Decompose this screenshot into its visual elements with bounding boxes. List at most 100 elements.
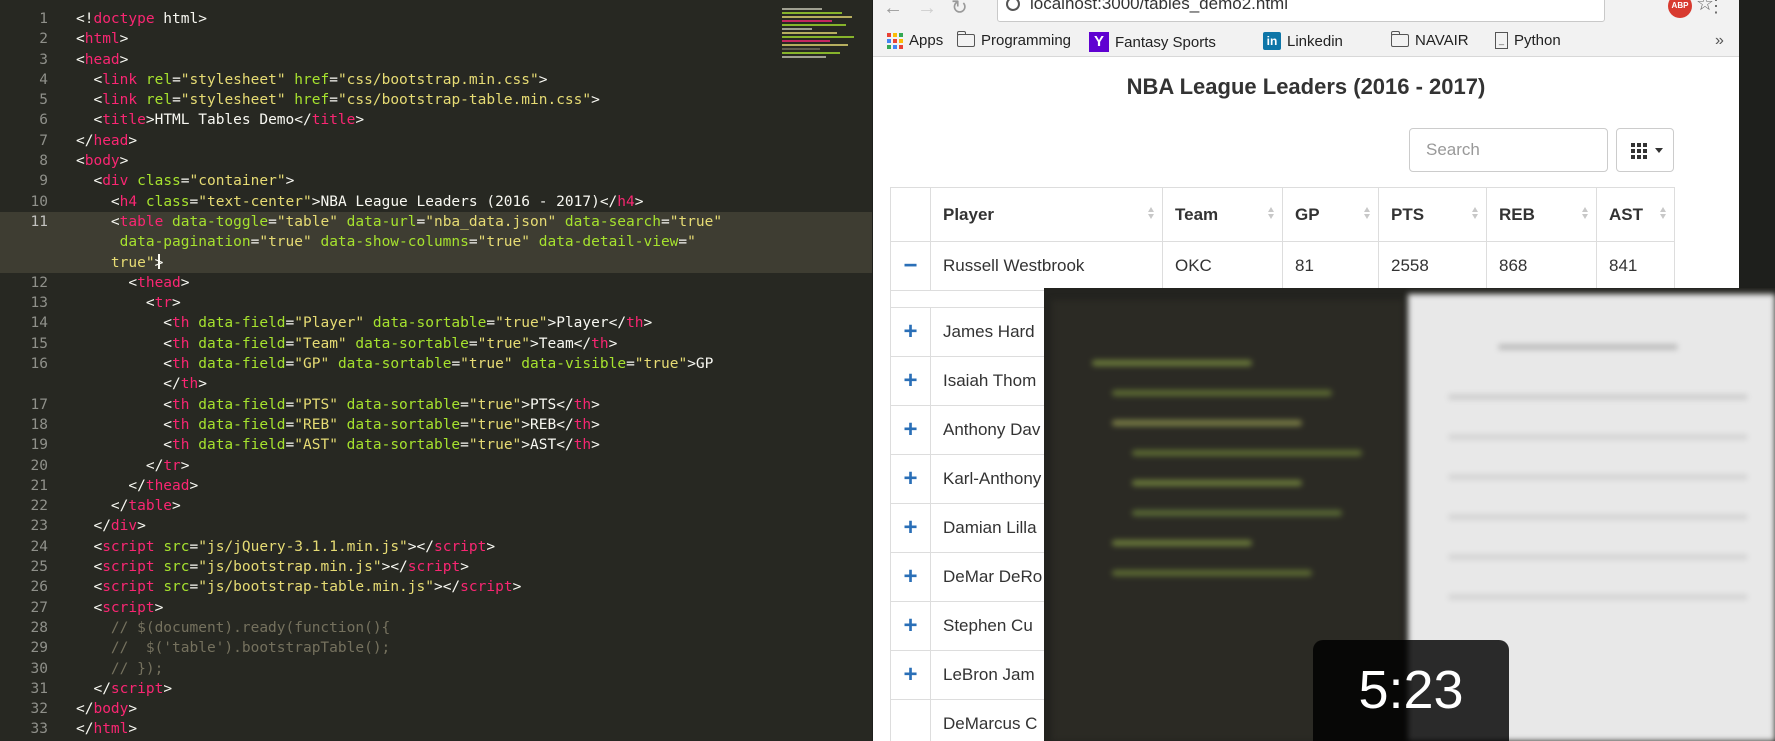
expand-detail-icon[interactable]: + [890, 356, 931, 406]
code-text[interactable]: // $(document).ready(function(){ [76, 618, 390, 638]
code-line[interactable]: 11 <table data-toggle="table" data-url="… [0, 211, 872, 233]
code-text[interactable]: <th data-field="Team" data-sortable="tru… [76, 334, 617, 354]
code-text[interactable]: <div class="container"> [76, 171, 294, 191]
bookmark-apps[interactable]: Apps [887, 32, 943, 49]
bookmark-linkedin[interactable]: in Linkedin [1263, 32, 1343, 50]
url-text[interactable]: localhost:3000/tables_demo2.html [1030, 0, 1288, 14]
collapse-detail-icon[interactable]: − [890, 241, 931, 291]
search-input[interactable] [1409, 128, 1608, 172]
code-line[interactable]: 15 <th data-field="Team" data-sortable="… [0, 334, 872, 354]
code-line[interactable]: 2 <html> [0, 29, 872, 49]
code-line[interactable]: 9 <div class="container"> [0, 171, 872, 191]
code-text[interactable]: <th data-field="AST" data-sortable="true… [76, 435, 600, 455]
code-text[interactable]: </body> [76, 699, 137, 719]
bookmark-python[interactable]: _ Python [1495, 32, 1561, 49]
code-text[interactable]: <tr> [76, 293, 181, 313]
expand-detail-icon[interactable]: + [890, 552, 931, 602]
code-text[interactable]: true"> [76, 253, 163, 273]
column-header-reb[interactable]: REB [1486, 187, 1597, 242]
code-line[interactable]: true"> [0, 252, 872, 273]
code-line[interactable]: 7 </head> [0, 131, 872, 151]
code-line[interactable]: data-pagination="true" data-show-columns… [0, 232, 872, 253]
expand-detail-icon[interactable]: + [890, 650, 931, 700]
code-line[interactable]: 21 </thead> [0, 476, 872, 496]
code-line[interactable]: 23 </div> [0, 516, 872, 536]
expand-detail-icon[interactable]: + [890, 307, 931, 357]
code-text[interactable]: </script> [76, 679, 172, 699]
code-text[interactable]: </table> [76, 496, 181, 516]
code-line[interactable]: 18 <th data-field="REB" data-sortable="t… [0, 415, 872, 435]
code-line[interactable]: 5 <link rel="stylesheet" href="css/boots… [0, 90, 872, 110]
code-text[interactable]: <!doctype html> [76, 9, 207, 29]
code-line[interactable]: 20 </tr> [0, 456, 872, 476]
code-text[interactable]: <th data-field="REB" data-sortable="true… [76, 415, 600, 435]
column-header-gp[interactable]: GP [1282, 187, 1379, 242]
code-line[interactable]: 13 <tr> [0, 293, 872, 313]
code-line[interactable]: 27 <script> [0, 598, 872, 618]
code-line[interactable]: 19 <th data-field="AST" data-sortable="t… [0, 435, 872, 455]
column-header-team[interactable]: Team [1162, 187, 1283, 242]
code-text[interactable]: </th> [76, 374, 207, 394]
code-line[interactable]: </th> [0, 374, 872, 394]
code-line[interactable]: 16 <th data-field="GP" data-sortable="tr… [0, 354, 872, 374]
column-header-pts[interactable]: PTS [1378, 187, 1487, 242]
code-line[interactable]: 25 <script src="js/bootstrap.min.js"></s… [0, 557, 872, 577]
forward-icon[interactable]: → [917, 0, 937, 18]
expand-detail-icon[interactable]: + [890, 503, 931, 553]
bookmark-navair[interactable]: NAVAIR [1390, 31, 1469, 49]
expand-detail-icon[interactable] [890, 699, 931, 741]
expand-detail-icon[interactable]: + [890, 601, 931, 651]
code-line[interactable]: 17 <th data-field="PTS" data-sortable="t… [0, 395, 872, 415]
code-text[interactable]: <h4 class="text-center">NBA League Leade… [76, 192, 644, 212]
code-line[interactable]: 10 <h4 class="text-center">NBA League Le… [0, 192, 872, 212]
expand-detail-icon[interactable]: + [890, 405, 931, 455]
code-line[interactable]: 4 <link rel="stylesheet" href="css/boots… [0, 70, 872, 90]
code-text[interactable]: <title>HTML Tables Demo</title> [76, 110, 364, 130]
column-header-player[interactable]: Player [930, 187, 1163, 242]
table-row-expanded[interactable]: − Russell Westbrook OKC 81 2558 868 841 [890, 241, 1675, 291]
bookmark-programming[interactable]: Programming [956, 31, 1071, 49]
code-text[interactable]: <table data-toggle="table" data-url="nba… [76, 212, 722, 232]
back-icon[interactable]: ← [883, 0, 903, 18]
more-bookmarks-icon[interactable]: » [1715, 32, 1724, 50]
code-line[interactable]: 22 </table> [0, 496, 872, 516]
code-text[interactable]: <thead> [76, 273, 189, 293]
code-line[interactable]: 31 </script> [0, 679, 872, 699]
bookmark-fantasy-sports[interactable]: Y Fantasy Sports [1089, 32, 1216, 52]
code-text[interactable]: <script> [76, 598, 163, 618]
code-line[interactable]: 33 </html> [0, 719, 872, 739]
code-line[interactable]: 3 <head> [0, 50, 872, 70]
code-editor[interactable]: 1 <!doctype html> 2 <html> 3 <head> 4 <link re… [0, 0, 872, 741]
code-area[interactable]: 1 <!doctype html> 2 <html> 3 <head> 4 <link re… [0, 9, 872, 740]
code-text[interactable]: </div> [76, 516, 145, 536]
code-text[interactable]: data-pagination="true" data-show-columns… [76, 232, 696, 252]
code-text[interactable]: <script src="js/bootstrap.min.js"></scri… [76, 557, 468, 577]
code-line[interactable]: 32 </body> [0, 699, 872, 719]
code-text[interactable]: // $('table').bootstrapTable(); [76, 638, 390, 658]
info-icon[interactable] [1006, 0, 1020, 11]
code-text[interactable]: </thead> [76, 476, 198, 496]
code-line[interactable]: 28 // $(document).ready(function(){ [0, 618, 872, 638]
code-text[interactable]: </html> [76, 719, 137, 739]
code-line[interactable]: 1 <!doctype html> [0, 9, 872, 29]
code-text[interactable]: <head> [76, 50, 128, 70]
reload-icon[interactable]: ↻ [951, 0, 968, 18]
browser-menu-icon[interactable]: ⋮ [1707, 0, 1725, 17]
code-text[interactable]: <th data-field="GP" data-sortable="true"… [76, 354, 713, 374]
columns-toggle-button[interactable] [1616, 128, 1674, 172]
code-text[interactable]: </head> [76, 131, 137, 151]
code-text[interactable]: <link rel="stylesheet" href="css/bootstr… [76, 70, 547, 90]
column-header-ast[interactable]: AST [1596, 187, 1675, 242]
code-text[interactable]: <th data-field="Player" data-sortable="t… [76, 313, 652, 333]
code-text[interactable]: <script src="js/bootstrap-table.min.js">… [76, 577, 521, 597]
expand-detail-icon[interactable]: + [890, 454, 931, 504]
code-text[interactable]: <th data-field="PTS" data-sortable="true… [76, 395, 600, 415]
code-line[interactable]: 14 <th data-field="Player" data-sortable… [0, 313, 872, 333]
code-line[interactable]: 6 <title>HTML Tables Demo</title> [0, 110, 872, 130]
code-line[interactable]: 12 <thead> [0, 273, 872, 293]
code-text[interactable]: // }); [76, 659, 163, 679]
code-line[interactable]: 30 // }); [0, 659, 872, 679]
code-line[interactable]: 8 <body> [0, 151, 872, 171]
code-line[interactable]: 29 // $('table').bootstrapTable(); [0, 638, 872, 658]
code-line[interactable]: 24 <script src="js/jQuery-3.1.1.min.js">… [0, 537, 872, 557]
